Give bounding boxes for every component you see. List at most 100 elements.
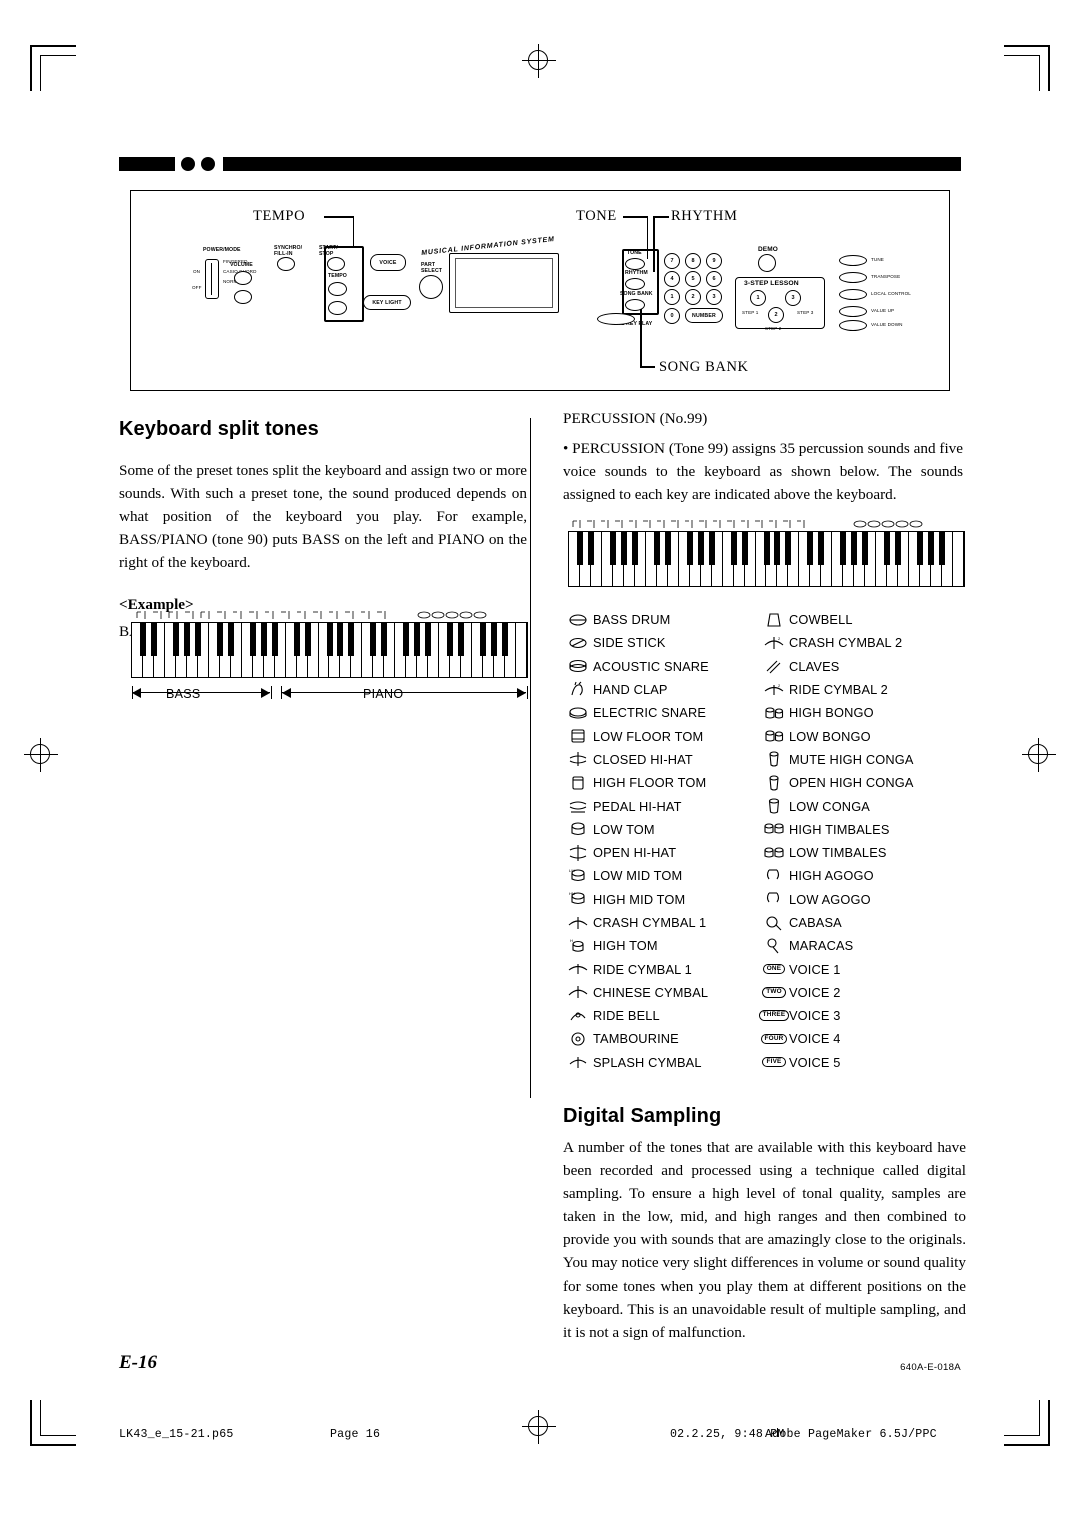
percussion-cell-left: LOW TOM (563, 820, 759, 838)
keypad-6[interactable]: 6 (706, 271, 722, 287)
keypad-2[interactable]: 2 (685, 289, 701, 305)
keypad-3[interactable]: 3 (706, 289, 722, 305)
power-mode-slider[interactable] (205, 259, 219, 299)
one-key-play-button[interactable] (597, 313, 635, 325)
start-stop-button[interactable] (327, 257, 345, 271)
keypad-8[interactable]: 8 (685, 253, 701, 269)
splash-cymbal-icon (563, 1053, 593, 1071)
black-key (348, 623, 355, 657)
percussion-cell-right: MUTE HIGH CONGA (759, 750, 959, 768)
crop-mark-top-right (1004, 45, 1050, 91)
label-tone-button: TONE (627, 250, 642, 256)
voice-badge-label: FIVE (762, 1057, 786, 1068)
tempo-up-button[interactable] (328, 282, 347, 296)
value-down-button[interactable] (839, 320, 867, 331)
voice-badge-label: TWO (762, 987, 786, 998)
percussion-label: COWBELL (789, 612, 853, 628)
label-power-mode: POWER/MODE (203, 247, 241, 253)
svg-text:H: H (570, 938, 573, 943)
page-number: E-16 (119, 1352, 157, 1373)
key-light-button[interactable]: KEY LIGHT (363, 295, 411, 310)
percussion-cell-left: ELECTRIC SNARE (563, 704, 759, 722)
keypad-0[interactable]: 0 (664, 308, 680, 324)
percussion-label: MUTE HIGH CONGA (789, 751, 914, 767)
callout-song-bank: SONG BANK (659, 359, 749, 375)
keypad-7[interactable]: 7 (664, 253, 680, 269)
black-key (480, 623, 487, 657)
callout-rhythm: RHYTHM (671, 208, 738, 224)
power-mode-slider-track (211, 263, 212, 295)
callout-tempo-leader-h (324, 216, 354, 218)
value-up-button[interactable] (839, 306, 867, 317)
percussion-row: CLOSED HI-HAT MUTE HIGH CONGA (563, 748, 968, 771)
percussion-label: VOICE 1 (789, 961, 841, 977)
synchro-fillin-button[interactable] (277, 257, 295, 271)
number-button[interactable]: NUMBER (685, 308, 723, 323)
part-select-dial[interactable] (419, 275, 443, 299)
label-mode-on: ON (193, 269, 201, 274)
ride-cymbal-1-icon (563, 960, 593, 978)
rhythm-button[interactable] (625, 278, 645, 290)
keypad-9[interactable]: 9 (706, 253, 722, 269)
percussion-row: H HIGH TOM MARACAS (563, 934, 968, 957)
tune-button[interactable] (839, 255, 867, 266)
ride-cymbal-2-icon: 2 (759, 681, 789, 699)
local-control-button[interactable] (839, 289, 867, 300)
registration-mark-top (522, 44, 556, 78)
percussion-label: OPEN HIGH CONGA (789, 775, 914, 791)
black-key (631, 532, 638, 566)
transpose-button[interactable] (839, 272, 867, 283)
percussion-cell-right: MARACAS (759, 937, 959, 955)
black-key (491, 623, 498, 657)
left-paragraph: Some of the preset tones split the keybo… (119, 462, 527, 572)
label-step-3: STEP 3 (797, 310, 814, 315)
tone-button[interactable] (625, 258, 645, 270)
percussion-row: LOW TOM HIGH TIMBALES (563, 818, 968, 841)
column-divider (530, 418, 531, 1098)
callout-songbank-leader-v (640, 306, 642, 367)
percussion-cell-right: FIVE VOICE 5 (759, 1053, 959, 1071)
percussion-label: ACOUSTIC SNARE (593, 658, 709, 674)
acoustic-snare-icon (563, 657, 593, 675)
voice-four-badge: FOUR (759, 1030, 789, 1048)
percussion-label: SIDE STICK (593, 635, 666, 651)
volume-down-button[interactable] (234, 290, 252, 304)
lesson-step-2-button[interactable]: 2 (768, 307, 784, 323)
black-key (216, 623, 223, 657)
keypad-5[interactable]: 5 (685, 271, 701, 287)
svg-text:HM: HM (569, 891, 576, 896)
percussion-cell-right: HIGH AGOGO (759, 867, 959, 885)
black-key (664, 532, 671, 566)
demo-button[interactable] (758, 254, 776, 272)
percussion-label: LOW CONGA (789, 798, 870, 814)
song-bank-button[interactable] (625, 299, 645, 311)
lesson-step-1-button[interactable]: 1 (750, 290, 766, 306)
lesson-step-3-button[interactable]: 3 (785, 290, 801, 306)
page-title: Keyboard split tones (119, 418, 319, 440)
black-key (403, 623, 410, 657)
percussion-row: HIGH FLOOR TOM OPEN HIGH CONGA (563, 771, 968, 794)
keypad-1[interactable]: 1 (664, 289, 680, 305)
percussion-title: PERCUSSION (No.99) (563, 410, 708, 427)
percussion-cell-left: LM LOW MID TOM (563, 867, 759, 885)
volume-up-button[interactable] (234, 271, 252, 285)
digital-sampling-heading: Digital Sampling (563, 1105, 722, 1127)
black-key (370, 623, 377, 657)
label-3-step-lesson: 3-STEP LESSON (744, 280, 799, 287)
white-key (953, 532, 964, 586)
keypad-4[interactable]: 4 (664, 271, 680, 287)
tempo-down-button[interactable] (328, 301, 347, 315)
footer-filename: LK43_e_15-21.p65 (119, 1428, 234, 1441)
black-key (807, 532, 814, 566)
percussion-row: HM HIGH MID TOM LOW AGOGO (563, 888, 968, 911)
split-range-label-bass: BASS (166, 687, 201, 701)
voice-badge-label: FOUR (760, 1033, 788, 1045)
black-key (139, 623, 146, 657)
black-key (609, 532, 616, 566)
bass-drum-icon (563, 611, 593, 629)
percussion-label: HIGH AGOGO (789, 868, 874, 884)
percussion-cell-right: 2 CRASH CYMBAL 2 (759, 634, 959, 652)
voice-button[interactable]: VOICE (370, 254, 406, 271)
percussion-label: LOW BONGO (789, 728, 871, 744)
label-rhythm-button: RHYTHM (625, 270, 648, 276)
